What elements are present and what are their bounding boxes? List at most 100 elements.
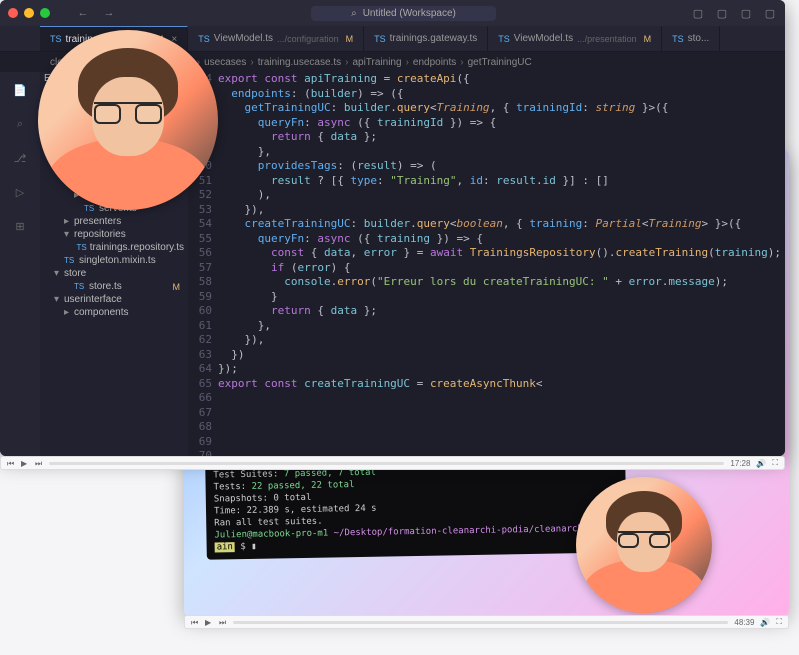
code-line[interactable]: providesTags: (result) => ( [218, 159, 785, 174]
breadcrumb-item[interactable]: getTrainingUC [468, 57, 532, 68]
extensions-icon[interactable]: ⊞ [10, 216, 30, 236]
code-line[interactable]: export const createTrainingUC = createAs… [218, 377, 785, 392]
search-side-icon[interactable]: ⌕ [10, 114, 30, 134]
ts-icon: TS [672, 34, 684, 44]
play-icon[interactable]: ▶ [21, 459, 29, 467]
chevron-right-icon: › [345, 57, 348, 68]
video-time: 17:28 [730, 459, 750, 468]
title-bar: ← → ⌕ Untitled (Workspace) ▢ ▢ ▢ ▢ [0, 0, 785, 26]
video-controls-top[interactable]: ⏮ ▶ ⏭ 17:28 🔊 ⛶ [0, 456, 785, 470]
editor-tab[interactable]: TSViewModel.ts.../presentationM [488, 26, 662, 51]
code-line[interactable]: return { data }; [218, 130, 785, 145]
code-area[interactable]: export const apiTraining = createApi({ e… [218, 72, 785, 456]
ts-icon: TS [498, 34, 510, 44]
editor-tab[interactable]: TS trainings.gateway.ts [364, 26, 488, 51]
tab-label: trainings.gateway.ts [390, 33, 478, 44]
play-icon[interactable]: ▶ [205, 618, 213, 626]
item-label: repositories [74, 229, 126, 240]
chevron-icon: ▾ [54, 294, 64, 305]
skip-fwd-icon[interactable]: ⏭ [219, 618, 227, 626]
video-time: 48:39 [734, 618, 754, 627]
code-line[interactable]: getTrainingUC: builder.query<Training, {… [218, 101, 785, 116]
video-scrubber[interactable] [49, 462, 724, 465]
code-line[interactable]: const { data, error } = await TrainingsR… [218, 246, 785, 261]
item-label: userinterface [64, 294, 122, 305]
folder-item[interactable]: ▾userinterface [40, 293, 188, 306]
item-label: store.ts [89, 281, 122, 292]
item-label: components [74, 307, 128, 318]
code-line[interactable]: createTrainingUC: builder.query<boolean,… [218, 217, 785, 232]
layout-sidebar-icon[interactable]: ▢ [691, 6, 705, 20]
tab-sublabel: .../configuration [277, 34, 339, 44]
volume-icon[interactable]: 🔊 [756, 459, 766, 468]
folder-item[interactable]: ▸presenters [40, 215, 188, 228]
code-line[interactable]: }, [218, 145, 785, 160]
breadcrumb-item[interactable]: endpoints [413, 57, 456, 68]
volume-icon[interactable]: 🔊 [760, 618, 770, 627]
search-icon: ⌕ [351, 8, 357, 19]
skip-back-icon[interactable]: ⏮ [7, 459, 15, 467]
webcam-circle-bottom [576, 477, 712, 613]
folder-item[interactable]: ▾store [40, 267, 188, 280]
fullscreen-icon[interactable]: ⛶ [772, 458, 778, 468]
nav-forward-icon[interactable]: → [102, 6, 116, 20]
item-label: trainings.repository.ts [90, 242, 184, 253]
ts-icon: TS [76, 243, 86, 252]
video-controls-bottom[interactable]: ⏮ ▶ ⏭ 48:39 🔊 ⛶ [184, 615, 789, 629]
window-zoom-button[interactable] [40, 8, 50, 18]
code-line[interactable]: }) [218, 348, 785, 363]
chevron-icon: ▾ [64, 229, 74, 240]
editor-tab[interactable]: TS sto... [662, 26, 720, 51]
item-label: presenters [74, 216, 121, 227]
chevron-icon: ▸ [64, 216, 74, 227]
code-line[interactable]: } [218, 290, 785, 305]
tab-sublabel: .../presentation [577, 34, 637, 44]
chevron-right-icon: › [406, 57, 409, 68]
chevron-icon: ▸ [64, 307, 74, 318]
file-item[interactable]: TSstore.tsM [40, 280, 188, 293]
layout-right-icon[interactable]: ▢ [739, 6, 753, 20]
folder-item[interactable]: ▸components [40, 306, 188, 319]
explorer-icon[interactable]: 📄 [10, 80, 30, 100]
debug-icon[interactable]: ▷ [10, 182, 30, 202]
code-line[interactable]: console.error("Erreur lors du createTrai… [218, 275, 785, 290]
fullscreen-icon[interactable]: ⛶ [776, 617, 782, 627]
code-line[interactable]: ), [218, 188, 785, 203]
window-minimize-button[interactable] [24, 8, 34, 18]
ts-icon: TS [374, 34, 386, 44]
code-line[interactable]: if (error) { [218, 261, 785, 276]
breadcrumb-item[interactable]: apiTraining [352, 57, 401, 68]
code-line[interactable]: }); [218, 362, 785, 377]
window-close-button[interactable] [8, 8, 18, 18]
code-line[interactable]: return { data }; [218, 304, 785, 319]
code-line[interactable]: endpoints: (builder) => ({ [218, 87, 785, 102]
code-line[interactable]: queryFn: async ({ trainingId }) => { [218, 116, 785, 131]
activity-bar: 📄 ⌕ ⎇ ▷ ⊞ [0, 72, 40, 456]
code-line[interactable]: queryFn: async ({ training }) => { [218, 232, 785, 247]
code-line[interactable]: result ? [{ type: "Training", id: result… [218, 174, 785, 189]
item-label: singleton.mixin.ts [79, 255, 156, 266]
nav-back-icon[interactable]: ← [76, 6, 90, 20]
breadcrumb-item[interactable]: training.usecase.ts [258, 57, 341, 68]
video-scrubber[interactable] [233, 621, 728, 624]
tab-label: sto... [688, 33, 710, 44]
file-item[interactable]: TS trainings.repository.ts [40, 241, 188, 254]
code-line[interactable]: }), [218, 333, 785, 348]
skip-fwd-icon[interactable]: ⏭ [35, 459, 43, 467]
webcam-circle-top [38, 30, 218, 210]
ts-icon: TS [74, 282, 86, 291]
scm-icon[interactable]: ⎇ [10, 148, 30, 168]
code-editor[interactable]: 4445464748495051525354555657585960616263… [188, 72, 785, 456]
skip-back-icon[interactable]: ⏮ [191, 618, 199, 626]
layout-grid-icon[interactable]: ▢ [763, 6, 777, 20]
terminal-panel: Test Suites: 7 passed, 7 totalTests: 22 … [205, 456, 627, 559]
tab-label: ViewModel.ts [514, 33, 573, 44]
code-line[interactable]: }), [218, 203, 785, 218]
code-line[interactable]: }, [218, 319, 785, 334]
command-center[interactable]: ⌕ Untitled (Workspace) [311, 6, 496, 21]
folder-item[interactable]: ▾repositories [40, 228, 188, 241]
code-line[interactable]: export const apiTraining = createApi({ [218, 72, 785, 87]
layout-panel-icon[interactable]: ▢ [715, 6, 729, 20]
file-item[interactable]: TSsingleton.mixin.ts [40, 254, 188, 267]
chevron-icon: ▾ [54, 268, 64, 279]
